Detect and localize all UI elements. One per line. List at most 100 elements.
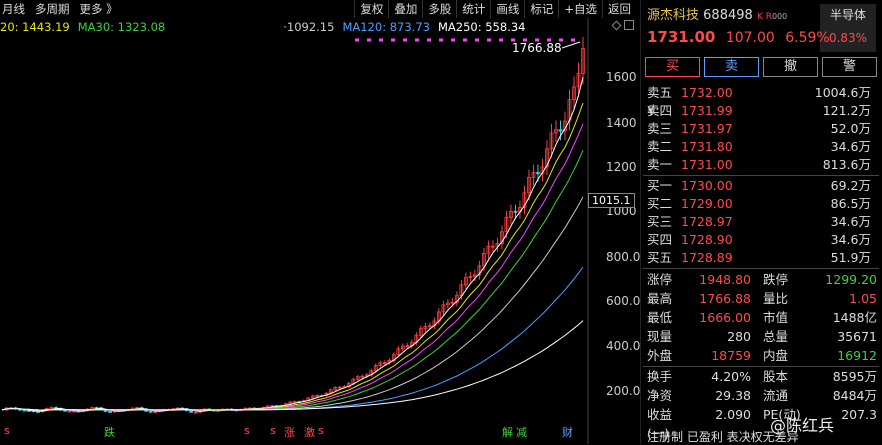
buy-button[interactable]: 买: [645, 57, 700, 77]
stat-value: 2.090: [715, 407, 751, 422]
order-row[interactable]: 买三 1728.97 34.6万: [647, 213, 871, 231]
order-volume: 813.6万: [822, 157, 871, 172]
price-axis: 1600 1400 1200 1000 800.0 600.0 400.0 200.0: [588, 0, 640, 444]
candle-body: [513, 210, 518, 213]
ma-line: [1, 320, 584, 411]
stat-label: 涨停: [647, 272, 673, 287]
stat-value: 1299.20: [825, 272, 877, 287]
price-line: 1731.00 107.00 6.59%: [647, 28, 830, 46]
candle-body: [189, 410, 194, 413]
order-label: 卖三: [647, 121, 673, 136]
ma-line: [1, 102, 584, 412]
stat-label: 总量: [763, 329, 789, 344]
stat-value: 1948.80: [699, 272, 751, 287]
price-tick: 1200: [606, 160, 637, 174]
sector-name: 半导体: [829, 8, 866, 22]
order-volume: 52.0万: [830, 121, 871, 136]
price-tick: 800.0: [606, 250, 641, 264]
last-price: 1731.00: [647, 28, 716, 46]
order-label: 买一: [647, 178, 673, 193]
quote-panel: 源杰科技 688498 K R000 半导体 0.83% 1731.00 107…: [640, 0, 882, 444]
order-price: 1731.99: [681, 103, 733, 118]
stat-label: 外盘: [647, 348, 673, 363]
order-volume: 34.6万: [830, 232, 871, 247]
stat-label: 跌停: [763, 272, 789, 287]
order-volume: 86.5万: [830, 196, 871, 211]
order-label: 买三: [647, 214, 673, 229]
order-row[interactable]: 卖四 1731.99 121.2万: [647, 102, 871, 120]
candle-body: [148, 410, 153, 413]
order-price: 1728.89: [681, 250, 733, 265]
event-marker[interactable]: 财: [562, 424, 573, 440]
order-price: 1731.00: [681, 157, 733, 172]
event-marker[interactable]: 激: [304, 424, 315, 440]
price-change-pct: 6.59%: [785, 30, 830, 46]
order-price: 1731.80: [681, 139, 733, 154]
ma-line: [1, 149, 584, 411]
candle-body: [22, 409, 27, 412]
kline-chart-area[interactable]: 月线 多周期 更多 》 复权 叠加 多股 统计 画线 标记 +自选 返回 20: 1443.19 M…: [0, 0, 640, 444]
alert-button[interactable]: 警: [822, 57, 877, 77]
stock-code: 688498: [703, 8, 753, 23]
price-tick: 1400: [606, 116, 637, 130]
order-row[interactable]: 买四 1728.90 34.6万: [647, 231, 871, 249]
stat-value: 35671: [837, 329, 877, 344]
order-price: 1729.00: [681, 196, 733, 211]
price-flag: 1015.1: [588, 193, 635, 208]
stat-row: 收益(一) 2.090 PE(动) 207.3: [647, 405, 877, 441]
event-marker[interactable]: s: [244, 424, 250, 437]
stock-header: 源杰科技 688498 K R000: [647, 4, 787, 23]
event-marker[interactable]: s: [4, 424, 10, 437]
stat-value: 1666.00: [699, 310, 751, 325]
order-price: 1728.97: [681, 214, 733, 229]
stat-row: 现量 280 总量 35671: [647, 327, 877, 346]
stat-label: 最低: [647, 310, 673, 325]
price-change: 107.00: [725, 30, 775, 46]
stats-divider: [643, 268, 879, 269]
event-marker[interactable]: 减: [516, 424, 527, 440]
bid-book: 买一 1730.00 69.2万 买二 1729.00 86.5万 买三 1728.97 34.…: [647, 177, 871, 267]
stat-label: 现量: [647, 329, 673, 344]
order-row[interactable]: 卖一 1731.00 813.6万: [647, 156, 871, 174]
stat-row: 净资 29.38 流通 8484万: [647, 386, 877, 405]
stat-label: 换手: [647, 369, 673, 384]
order-volume: 34.6万: [830, 139, 871, 154]
order-label: 卖二: [647, 139, 673, 154]
order-row[interactable]: 卖五 ¥ 1732.00 1004.6万: [647, 84, 871, 118]
order-price: 1730.00: [681, 178, 733, 193]
high-price-label: 1766.88: [512, 41, 562, 55]
order-price: 1728.90: [681, 232, 733, 247]
order-row[interactable]: 买五 1728.89 51.9万: [647, 249, 871, 267]
stat-value: 1.05: [849, 291, 877, 306]
stats-table-1: 涨停 1948.80 跌停 1299.20 最高 1766.88 量比 1.05 最低 1666.…: [647, 270, 877, 365]
order-volume: 1004.6万: [814, 85, 871, 100]
stock-name: 源杰科技: [647, 8, 700, 23]
stat-value: 8595万: [832, 369, 877, 384]
order-label: 卖五 ¥: [647, 85, 673, 118]
stat-value: 18759: [711, 348, 751, 363]
ma-line: [1, 123, 584, 411]
price-tick: 1600: [606, 70, 637, 84]
stat-value: 280: [727, 329, 751, 344]
order-row[interactable]: 买二 1729.00 86.5万: [647, 195, 871, 213]
order-row[interactable]: 卖三 1731.97 52.0万: [647, 120, 871, 138]
event-marker[interactable]: 涨: [284, 424, 295, 440]
price-tick: 200.0: [606, 384, 641, 398]
stock-tag: K R: [756, 12, 772, 22]
order-row[interactable]: 卖二 1731.80 34.6万: [647, 138, 871, 156]
candlestick-chart[interactable]: 1766.88: [0, 0, 640, 444]
event-marker[interactable]: 跌: [104, 424, 115, 440]
event-marker[interactable]: s: [318, 424, 324, 437]
stat-row: 最高 1766.88 量比 1.05: [647, 289, 877, 308]
sell-button[interactable]: 卖: [704, 57, 759, 77]
stat-value: 4.20%: [711, 369, 751, 384]
price-tick: 400.0: [606, 339, 641, 353]
order-volume: 121.2万: [822, 103, 871, 118]
event-marker[interactable]: s: [270, 424, 276, 437]
stat-row: 最低 1666.00 市值 1488亿: [647, 308, 877, 327]
order-row[interactable]: 买一 1730.00 69.2万: [647, 177, 871, 195]
cancel-order-button[interactable]: 撤: [763, 57, 818, 77]
stat-label: 市值: [763, 310, 789, 325]
event-marker[interactable]: 解: [502, 424, 513, 440]
order-volume: 51.9万: [830, 250, 871, 265]
